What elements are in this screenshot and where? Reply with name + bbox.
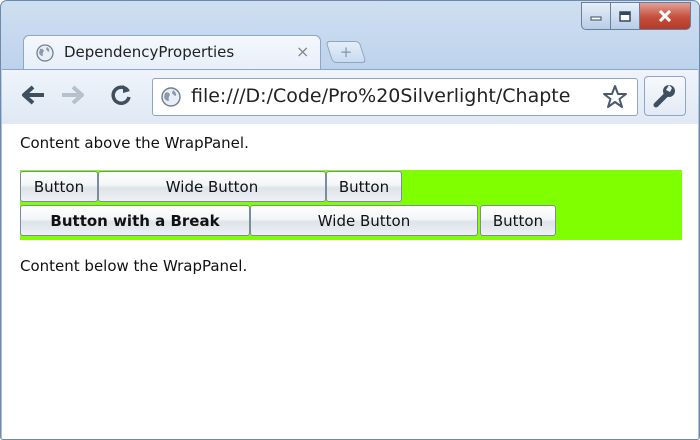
row2-wide-button[interactable]: Wide Button — [250, 205, 478, 236]
plus-icon: + — [339, 43, 353, 61]
reload-button[interactable] — [106, 80, 136, 110]
settings-menu-button[interactable] — [644, 76, 686, 116]
globe-icon — [36, 44, 54, 62]
wrap-panel: Button Wide Button Button Button with a … — [20, 170, 682, 240]
row1-button-2[interactable]: Button — [326, 171, 402, 202]
reload-icon — [111, 85, 131, 105]
text-below-wrappanel: Content below the WrapPanel. — [20, 257, 248, 275]
close-window-button[interactable] — [640, 2, 691, 30]
minimize-icon — [590, 16, 602, 21]
tab-close-icon[interactable]: × — [296, 42, 309, 61]
maximize-icon — [619, 10, 631, 22]
new-tab-button[interactable]: + — [325, 41, 367, 63]
row2-button[interactable]: Button — [480, 205, 556, 236]
browser-tab[interactable]: DependencyProperties × — [23, 35, 321, 70]
browser-toolbar: file:///D:/Code/Pro%20Silverlight/Chapte — [2, 69, 698, 125]
row1-button-1[interactable]: Button — [20, 171, 98, 202]
globe-icon — [161, 87, 181, 107]
maximize-button[interactable] — [611, 2, 640, 30]
close-icon — [658, 10, 672, 22]
minimize-button[interactable] — [581, 2, 611, 30]
window-controls — [581, 2, 691, 30]
back-arrow-icon — [22, 85, 44, 105]
wrench-icon — [653, 85, 675, 108]
bookmark-star-icon[interactable] — [601, 83, 629, 111]
text-above-wrappanel: Content above the WrapPanel. — [20, 134, 249, 152]
forward-button[interactable] — [58, 80, 88, 110]
back-button[interactable] — [18, 80, 48, 110]
url-text: file:///D:/Code/Pro%20Silverlight/Chapte — [191, 85, 571, 107]
forward-arrow-icon — [62, 85, 84, 105]
button-with-break[interactable]: Button with a Break — [20, 205, 250, 236]
row1-wide-button[interactable]: Wide Button — [98, 171, 326, 202]
page-content: Content above the WrapPanel. Button Wide… — [2, 124, 698, 439]
tab-title: DependencyProperties — [64, 43, 235, 61]
browser-window: DependencyProperties × + file:///D:/Code… — [0, 0, 700, 440]
address-bar[interactable]: file:///D:/Code/Pro%20Silverlight/Chapte — [152, 78, 638, 116]
